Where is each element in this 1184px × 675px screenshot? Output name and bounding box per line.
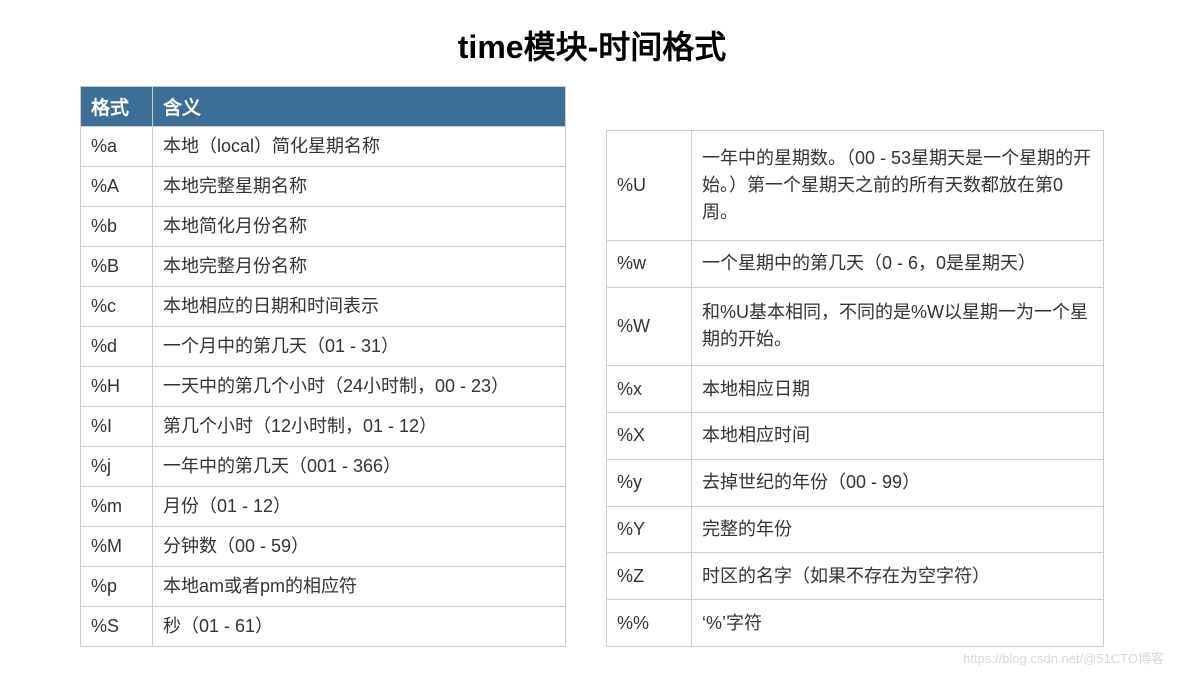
table-row: %U一年中的星期数。（00 - 53星期天是一个星期的开始。）第一个星期天之前的… — [607, 131, 1104, 241]
content-area: 格式 含义 %a本地（local）简化星期名称%A本地完整星期名称%b本地简化月… — [0, 86, 1184, 647]
format-desc: 一个星期中的第几天（0 - 6，0是星期天） — [692, 240, 1104, 287]
format-desc: 本地相应的日期和时间表示 — [153, 287, 566, 327]
format-desc: 和%U基本相同，不同的是%W以星期一为一个星期的开始。 — [692, 287, 1104, 365]
format-code: %m — [81, 487, 153, 527]
format-code: %I — [81, 407, 153, 447]
table-row: %I第几个小时（12小时制，01 - 12） — [81, 407, 566, 447]
table-row: %y去掉世纪的年份（00 - 99） — [607, 459, 1104, 506]
format-desc: 一年中的第几天（001 - 366） — [153, 447, 566, 487]
format-desc: 去掉世纪的年份（00 - 99） — [692, 459, 1104, 506]
page-title: time模块-时间格式 — [0, 0, 1184, 86]
format-code: %X — [607, 412, 692, 459]
format-code: %j — [81, 447, 153, 487]
format-code: %U — [607, 131, 692, 241]
table-row: %p本地am或者pm的相应符 — [81, 567, 566, 607]
format-desc: 本地相应日期 — [692, 366, 1104, 413]
format-desc: 完整的年份 — [692, 506, 1104, 553]
table-row: %c本地相应的日期和时间表示 — [81, 287, 566, 327]
format-desc: 一个月中的第几天（01 - 31） — [153, 327, 566, 367]
format-desc: 第几个小时（12小时制，01 - 12） — [153, 407, 566, 447]
table-row: %Z时区的名字（如果不存在为空字符） — [607, 553, 1104, 600]
table-row: %S秒（01 - 61） — [81, 607, 566, 647]
format-code: %% — [607, 600, 692, 647]
format-code: %B — [81, 247, 153, 287]
table-row: %Y完整的年份 — [607, 506, 1104, 553]
format-code: %x — [607, 366, 692, 413]
table-row: %m月份（01 - 12） — [81, 487, 566, 527]
table-row: %b本地简化月份名称 — [81, 207, 566, 247]
format-code: %Z — [607, 553, 692, 600]
format-code: %M — [81, 527, 153, 567]
table-row: %A本地完整星期名称 — [81, 167, 566, 207]
format-desc: 本地（local）简化星期名称 — [153, 127, 566, 167]
watermark: https://blog.csdn.net/@51CTO博客 — [963, 648, 1164, 667]
right-table: %U一年中的星期数。（00 - 53星期天是一个星期的开始。）第一个星期天之前的… — [606, 130, 1104, 647]
table-header-row: 格式 含义 — [81, 87, 566, 127]
format-desc: 本地简化月份名称 — [153, 207, 566, 247]
format-code: %Y — [607, 506, 692, 553]
format-code: %c — [81, 287, 153, 327]
table-row: %%‘%’字符 — [607, 600, 1104, 647]
format-desc: 本地相应时间 — [692, 412, 1104, 459]
format-desc: 本地完整月份名称 — [153, 247, 566, 287]
table-row: %B本地完整月份名称 — [81, 247, 566, 287]
format-desc: 分钟数（00 - 59） — [153, 527, 566, 567]
left-table: 格式 含义 %a本地（local）简化星期名称%A本地完整星期名称%b本地简化月… — [80, 86, 566, 647]
format-desc: 一年中的星期数。（00 - 53星期天是一个星期的开始。）第一个星期天之前的所有… — [692, 131, 1104, 241]
format-code: %A — [81, 167, 153, 207]
format-desc: 时区的名字（如果不存在为空字符） — [692, 553, 1104, 600]
format-code: %a — [81, 127, 153, 167]
format-desc: 月份（01 - 12） — [153, 487, 566, 527]
format-code: %w — [607, 240, 692, 287]
table-row: %a本地（local）简化星期名称 — [81, 127, 566, 167]
format-desc: 本地完整星期名称 — [153, 167, 566, 207]
header-meaning: 含义 — [153, 87, 566, 127]
format-code: %b — [81, 207, 153, 247]
table-row: %X本地相应时间 — [607, 412, 1104, 459]
format-code: %H — [81, 367, 153, 407]
table-row: %W和%U基本相同，不同的是%W以星期一为一个星期的开始。 — [607, 287, 1104, 365]
table-row: %w一个星期中的第几天（0 - 6，0是星期天） — [607, 240, 1104, 287]
table-row: %H一天中的第几个小时（24小时制，00 - 23） — [81, 367, 566, 407]
format-code: %y — [607, 459, 692, 506]
table-row: %d一个月中的第几天（01 - 31） — [81, 327, 566, 367]
format-code: %S — [81, 607, 153, 647]
format-code: %d — [81, 327, 153, 367]
format-desc: 秒（01 - 61） — [153, 607, 566, 647]
format-code: %W — [607, 287, 692, 365]
format-code: %p — [81, 567, 153, 607]
table-row: %x本地相应日期 — [607, 366, 1104, 413]
format-desc: 本地am或者pm的相应符 — [153, 567, 566, 607]
table-row: %M分钟数（00 - 59） — [81, 527, 566, 567]
header-format: 格式 — [81, 87, 153, 127]
format-desc: ‘%’字符 — [692, 600, 1104, 647]
table-row: %j一年中的第几天（001 - 366） — [81, 447, 566, 487]
format-desc: 一天中的第几个小时（24小时制，00 - 23） — [153, 367, 566, 407]
